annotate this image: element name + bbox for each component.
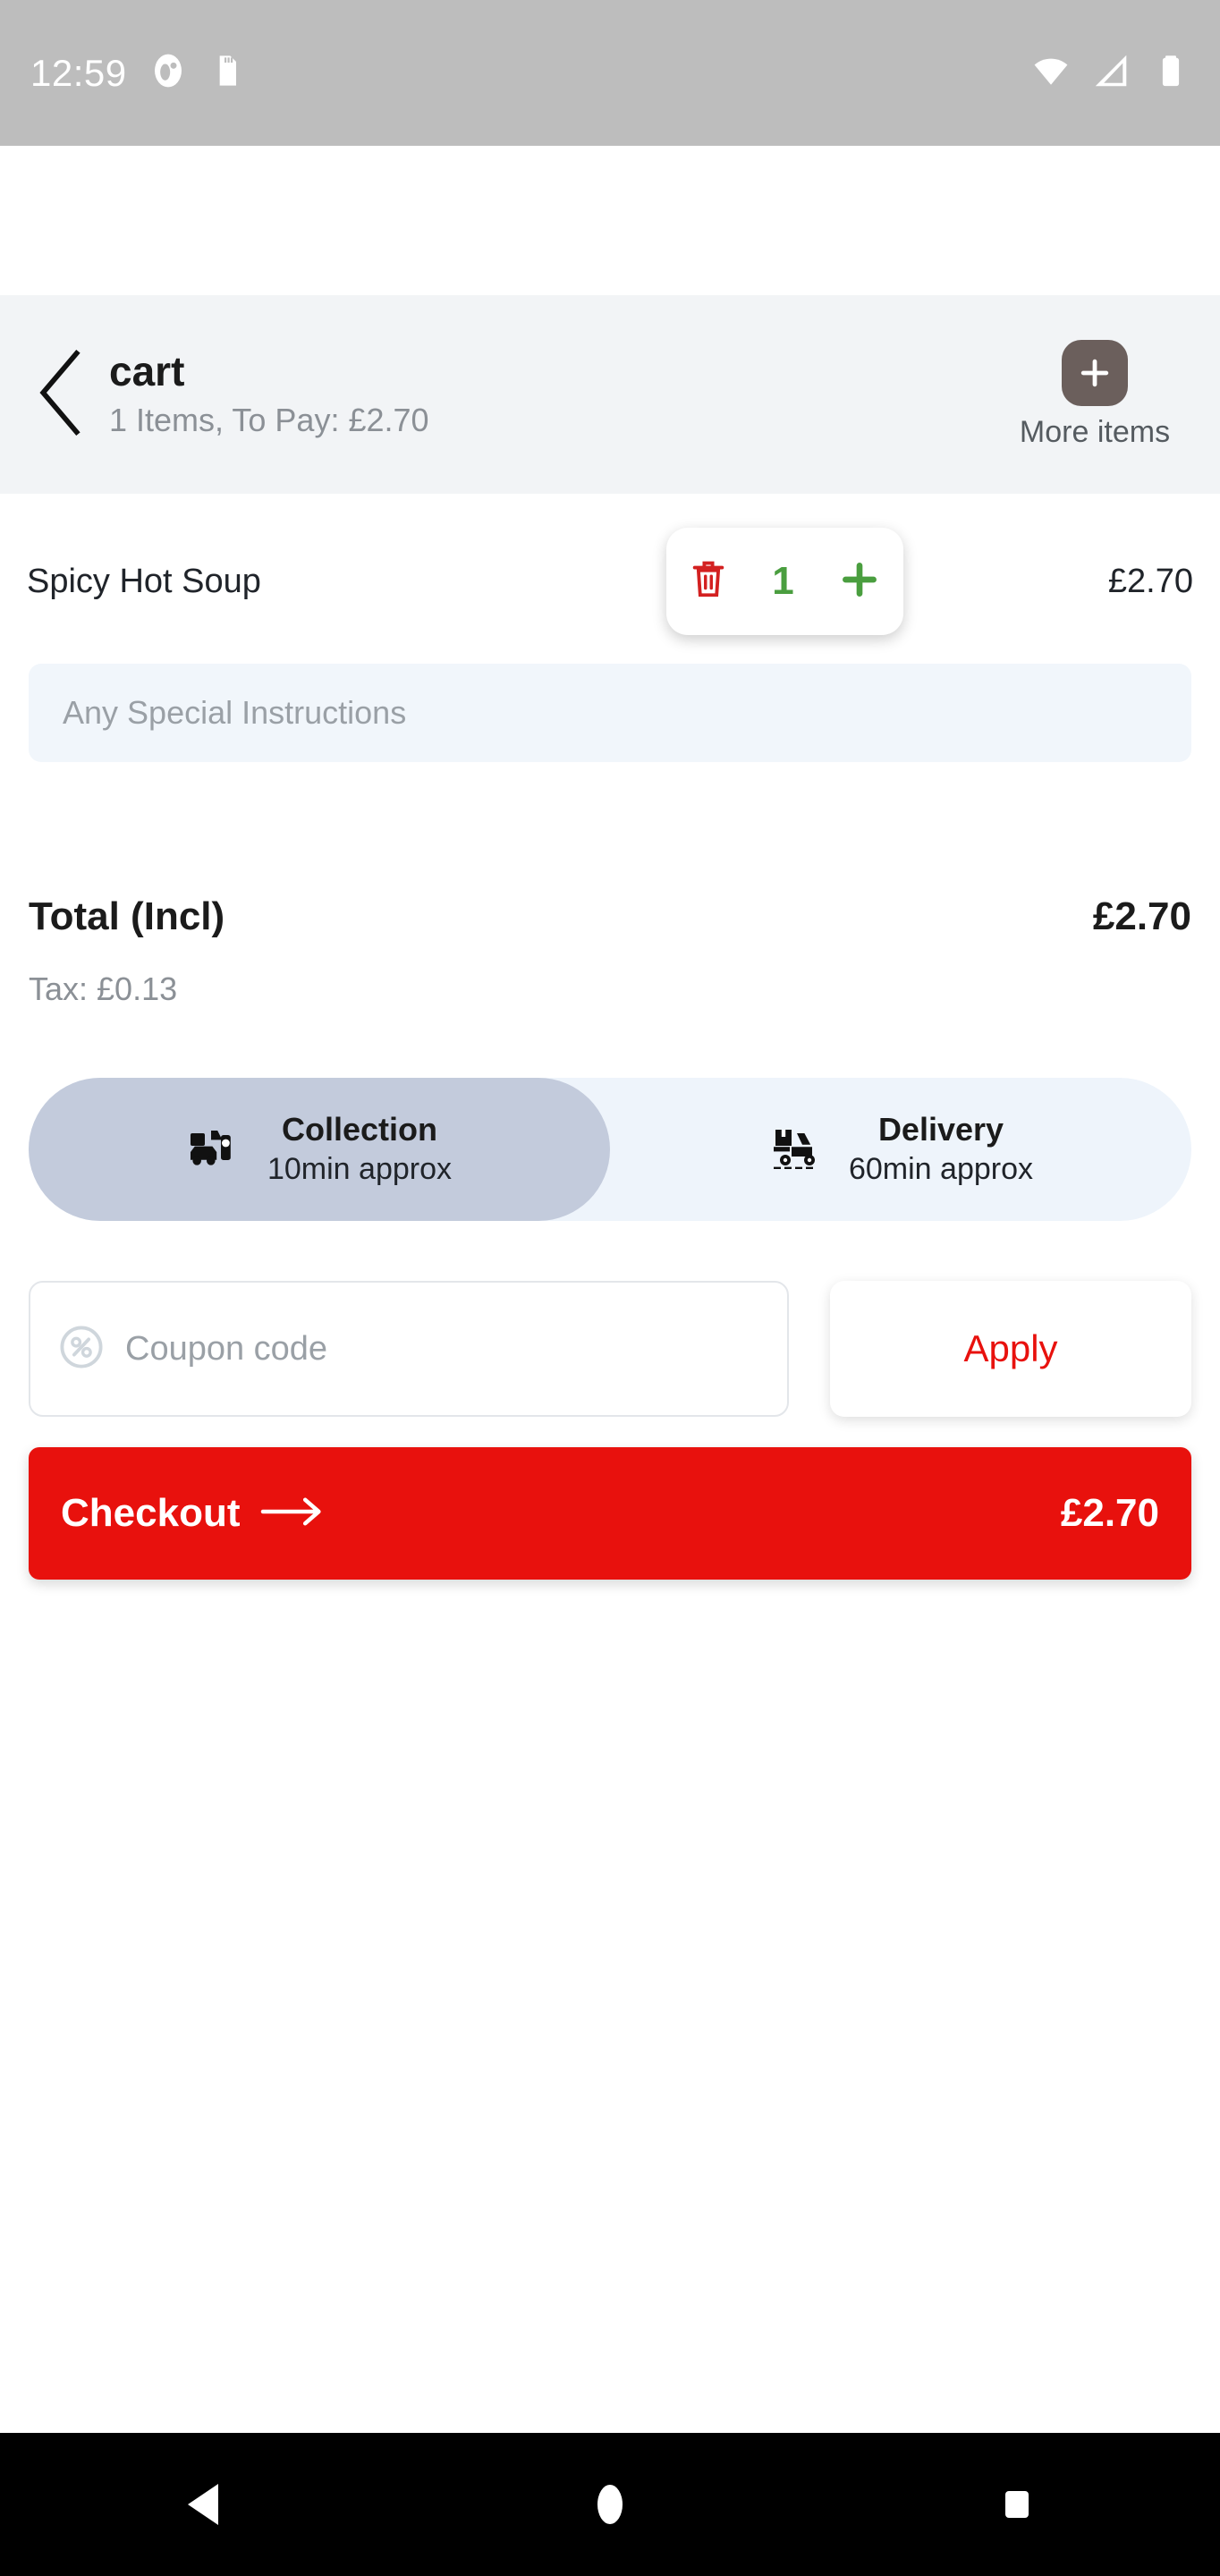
- page-title: cart: [109, 348, 185, 395]
- more-items-label: More items: [1019, 414, 1171, 449]
- header-text-block: cart 1 Items, To Pay: £2.70: [109, 347, 429, 441]
- status-bar-left: 12:59: [30, 52, 245, 95]
- cart-item-row: Spicy Hot Soup £2.70: [0, 514, 1220, 648]
- nav-home-circle-icon[interactable]: [552, 2446, 668, 2563]
- cell-signal-icon: [1091, 50, 1132, 96]
- arrow-right-icon: [259, 1496, 327, 1531]
- quantity-value: 1: [772, 559, 794, 603]
- checkout-amount: £2.70: [1060, 1491, 1159, 1535]
- fulfilment-delivery-eta: 60min approx: [848, 1152, 1033, 1187]
- special-instructions-input[interactable]: Any Special Instructions: [29, 664, 1191, 762]
- trash-icon[interactable]: [688, 556, 729, 607]
- clock-sync-icon: [150, 53, 186, 93]
- status-bar-clock: 12:59: [30, 51, 127, 94]
- status-bar-right: [1030, 50, 1190, 96]
- nav-recents-square-icon[interactable]: [959, 2446, 1075, 2563]
- fulfilment-collection-label: Collection: [281, 1111, 437, 1148]
- fulfilment-option-collection[interactable]: Collection 10min approx: [29, 1078, 610, 1221]
- checkout-left-group: Checkout: [61, 1491, 327, 1536]
- android-navigation-bar: [0, 2433, 1220, 2576]
- scooter-delivery-icon: [768, 1121, 826, 1179]
- fulfilment-delivery-texts: Delivery 60min approx: [849, 1109, 1033, 1189]
- nav-back-triangle-icon[interactable]: [145, 2446, 261, 2563]
- coupon-input[interactable]: Coupon code: [29, 1281, 789, 1417]
- sd-card-icon: [209, 53, 245, 93]
- fulfilment-delivery-label: Delivery: [877, 1111, 1004, 1148]
- wifi-icon: [1030, 50, 1072, 96]
- coupon-placeholder: Coupon code: [125, 1329, 328, 1368]
- status-bar: 12:59: [0, 0, 1220, 146]
- more-items-button[interactable]: More items: [996, 339, 1193, 450]
- checkout-label: Checkout: [61, 1491, 241, 1535]
- cart-header: cart 1 Items, To Pay: £2.70 More items: [0, 295, 1220, 494]
- apply-coupon-button[interactable]: Apply: [830, 1281, 1191, 1417]
- special-instructions-placeholder: Any Special Instructions: [63, 694, 407, 731]
- percent-circle-icon: [57, 1323, 106, 1376]
- battery-icon: [1152, 52, 1190, 94]
- total-label: Total (Incl): [29, 894, 225, 938]
- back-button[interactable]: [27, 345, 95, 444]
- plus-icon[interactable]: [837, 557, 882, 606]
- fulfilment-collection-texts: Collection 10min approx: [267, 1109, 452, 1189]
- quantity-stepper: 1: [666, 528, 903, 635]
- apply-label: Apply: [963, 1327, 1058, 1369]
- item-price: £2.70: [1107, 562, 1193, 600]
- car-pickup-icon: [187, 1121, 244, 1179]
- fulfilment-collection-eta: 10min approx: [267, 1152, 452, 1187]
- item-name: Spicy Hot Soup: [27, 562, 261, 600]
- chevron-left-icon: [31, 346, 90, 444]
- tax-label: Tax: £0.13: [29, 970, 178, 1007]
- fulfilment-option-delivery[interactable]: Delivery 60min approx: [610, 1078, 1191, 1221]
- checkout-button[interactable]: Checkout £2.70: [29, 1447, 1191, 1580]
- total-value: £2.70: [1092, 894, 1191, 938]
- total-row: Total (Incl) £2.70: [29, 894, 1191, 939]
- plus-icon: [1062, 339, 1128, 406]
- page-subtitle: 1 Items, To Pay: £2.70: [109, 401, 429, 438]
- fulfilment-toggle: Collection 10min approx Delivery 60min a…: [29, 1078, 1191, 1221]
- app-screen: 12:59 cart 1 Items, To Pay: £2.70 More i…: [0, 0, 1220, 2576]
